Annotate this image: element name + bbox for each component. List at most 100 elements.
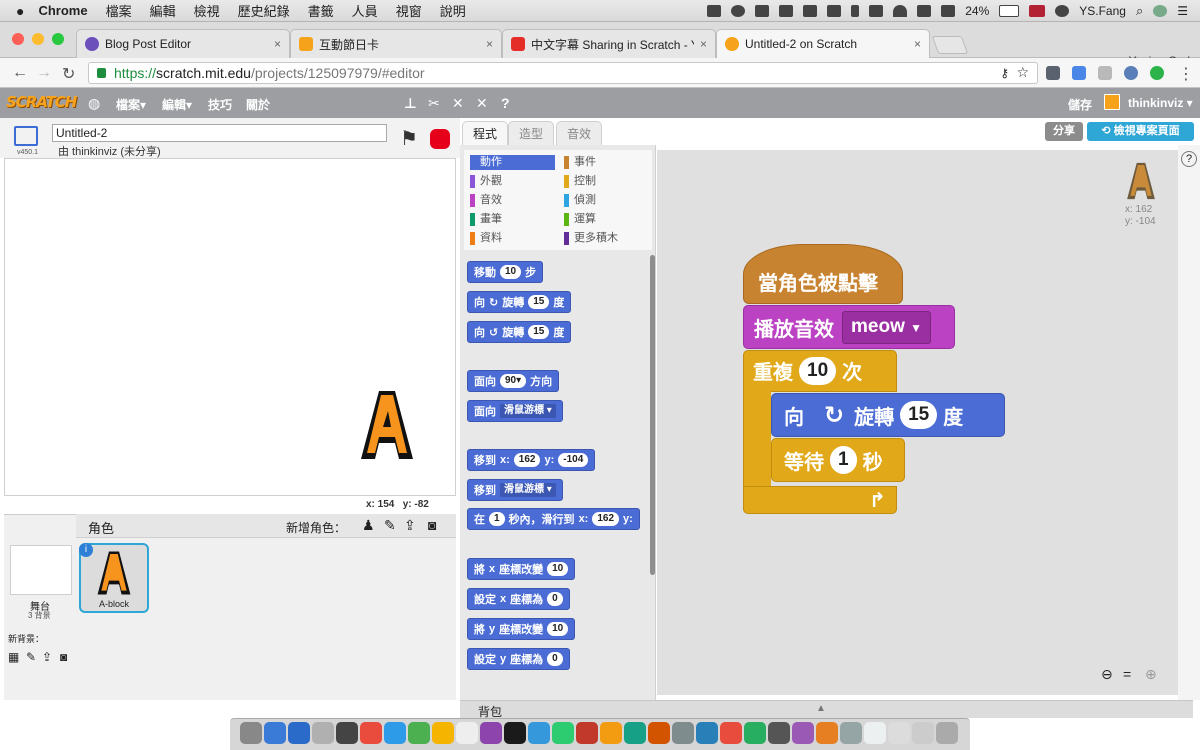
lock-icon[interactable] (803, 5, 818, 17)
dock-app-icon[interactable] (696, 722, 718, 744)
block-input[interactable]: 15 (528, 325, 550, 339)
sound-dropdown[interactable]: meow ▼ (842, 310, 932, 344)
upload-sprite-icon[interactable]: ⇪ (404, 517, 416, 534)
block-input[interactable]: 1 (489, 512, 505, 526)
choose-sprite-icon[interactable]: ♟ (362, 517, 375, 534)
block-input[interactable]: 162 (513, 453, 541, 467)
airplay-icon[interactable] (917, 5, 932, 17)
clock-icon[interactable] (1055, 5, 1070, 17)
menu-tips[interactable]: 技巧 (208, 96, 232, 113)
drive-extension-icon[interactable] (1098, 66, 1112, 80)
camera-backdrop-icon[interactable]: ◙ (60, 650, 67, 664)
presentation-mode-icon[interactable] (14, 126, 38, 146)
dock-app-icon[interactable] (912, 722, 934, 744)
block-input[interactable]: 90▾ (500, 374, 527, 388)
dock-app-icon[interactable] (816, 722, 838, 744)
block-input[interactable]: 0 (547, 592, 563, 606)
grow-icon[interactable]: ✕ (452, 95, 464, 112)
dock-app-icon[interactable] (552, 722, 574, 744)
category-1[interactable]: 外觀 (470, 174, 555, 189)
forward-arrow-icon[interactable]: → (36, 64, 52, 82)
username-menu[interactable]: thinkinviz ▾ (1128, 96, 1193, 110)
wait-seconds-input[interactable]: 1 (830, 446, 857, 474)
battery-icon[interactable] (999, 5, 1020, 17)
key-icon[interactable]: ⚷ (1000, 66, 1009, 80)
bluetooth-icon[interactable] (851, 5, 860, 17)
dock-app-icon[interactable] (504, 722, 526, 744)
palette-scrollbar[interactable] (650, 255, 655, 575)
palette-block-set-x[interactable]: 設定 x 座標為 0 (467, 588, 570, 610)
stop-sign-icon[interactable] (430, 129, 450, 149)
chrome-menu-icon[interactable]: ⋮ (1178, 64, 1194, 84)
palette-block-point-towards[interactable]: 面向 滑鼠游標 ▾ (467, 400, 563, 422)
google-drive-icon[interactable] (779, 5, 794, 17)
repeat-count-input[interactable]: 10 (799, 356, 837, 385)
user-avatar[interactable] (1104, 94, 1120, 110)
menu-file[interactable]: 檔案 (106, 1, 132, 20)
category-7[interactable]: 偵測 (564, 193, 649, 208)
help-icon[interactable]: ? (1181, 151, 1197, 167)
scratch-logo[interactable]: SCRATCH (6, 93, 77, 111)
category-5[interactable]: 事件 (564, 155, 649, 170)
dock-app-icon[interactable] (456, 722, 478, 744)
dock-app-icon[interactable] (240, 722, 262, 744)
tab-close-icon[interactable]: × (700, 37, 707, 51)
new-tab-button[interactable] (931, 36, 969, 54)
dock-app-icon[interactable] (888, 722, 910, 744)
category-9[interactable]: 更多積木 (564, 231, 649, 246)
dock-app-icon[interactable] (792, 722, 814, 744)
line-extension-icon[interactable] (1150, 66, 1164, 80)
scripts-area[interactable]: x: 162 y: -104 當角色被點擊 播放音效 meow ▼ 重複 10 … (657, 150, 1193, 695)
window-zoom-button[interactable] (52, 33, 64, 45)
dock-app-icon[interactable] (336, 722, 358, 744)
menu-history[interactable]: 歷史紀錄 (238, 1, 290, 20)
dock-app-icon[interactable] (288, 722, 310, 744)
palette-block-change-x[interactable]: 將 x 座標改變 10 (467, 558, 576, 580)
tab-blog-post-editor[interactable]: Blog Post Editor × (76, 29, 290, 58)
keyboard-icon[interactable] (869, 5, 884, 17)
dock-app-icon[interactable] (264, 722, 286, 744)
extension-icon[interactable] (1046, 66, 1060, 80)
sprite-thumbnail[interactable]: i A-block (79, 543, 149, 613)
block-input[interactable]: 10 (500, 265, 522, 279)
tab-close-icon[interactable]: × (914, 37, 921, 51)
backdrop-library-icon[interactable]: ▦ (8, 650, 19, 664)
sprite-info-icon[interactable]: i (79, 543, 93, 557)
wifi-icon[interactable] (893, 5, 908, 17)
category-2[interactable]: 音效 (470, 193, 555, 208)
stage-thumbnail[interactable] (10, 545, 72, 595)
flag-icon[interactable] (1029, 5, 1046, 17)
block-dropdown[interactable]: 滑鼠游標 ▾ (500, 404, 556, 418)
dock-app-icon[interactable] (936, 722, 958, 744)
dock-app-icon[interactable] (384, 722, 406, 744)
category-4[interactable]: 資料 (470, 231, 555, 246)
palette-block-set-y[interactable]: 設定 y 座標為 0 (467, 648, 570, 670)
window-minimize-button[interactable] (32, 33, 44, 45)
dock-app-icon[interactable] (768, 722, 790, 744)
palette-block-glide[interactable]: 在 1 秒內，滑行到 x: 162 y: (467, 508, 640, 530)
backpack-bar[interactable]: 背包 ▲ (460, 700, 1193, 719)
evernote-icon[interactable] (755, 5, 770, 17)
project-title-input[interactable]: Untitled-2 (52, 124, 387, 142)
dock-app-icon[interactable] (408, 722, 430, 744)
turn-right-block[interactable]: 向 ↻ 旋轉 15 度 (771, 393, 1005, 437)
menu-edit[interactable]: 編輯▾ (162, 96, 192, 113)
category-8[interactable]: 運算 (564, 212, 649, 227)
translate-icon[interactable] (1072, 66, 1086, 80)
volume-icon[interactable] (941, 5, 956, 17)
block-input[interactable]: -104 (558, 453, 589, 467)
delete-cut-icon[interactable]: ✂ (428, 95, 440, 112)
dock-app-icon[interactable] (720, 722, 742, 744)
dock-app-icon[interactable] (672, 722, 694, 744)
tab-scripts[interactable]: 程式 (462, 121, 509, 145)
camera-sprite-icon[interactable]: ◙ (428, 517, 436, 533)
url-field[interactable]: https://scratch.mit.edu/projects/1250979… (88, 62, 1038, 84)
bookmark-star-icon[interactable]: ☆ (1016, 64, 1029, 81)
menu-bookmarks[interactable]: 書籤 (308, 1, 334, 20)
palette-block-change-y[interactable]: 將 y 座標改變 10 (467, 618, 576, 640)
zoom-reset-icon[interactable]: = (1123, 666, 1131, 682)
menu-view[interactable]: 檢視 (194, 1, 220, 20)
dock-app-icon[interactable] (432, 722, 454, 744)
wait-block[interactable]: 等待 1 秒 (771, 438, 905, 482)
language-globe-icon[interactable]: ◍ (88, 95, 100, 112)
